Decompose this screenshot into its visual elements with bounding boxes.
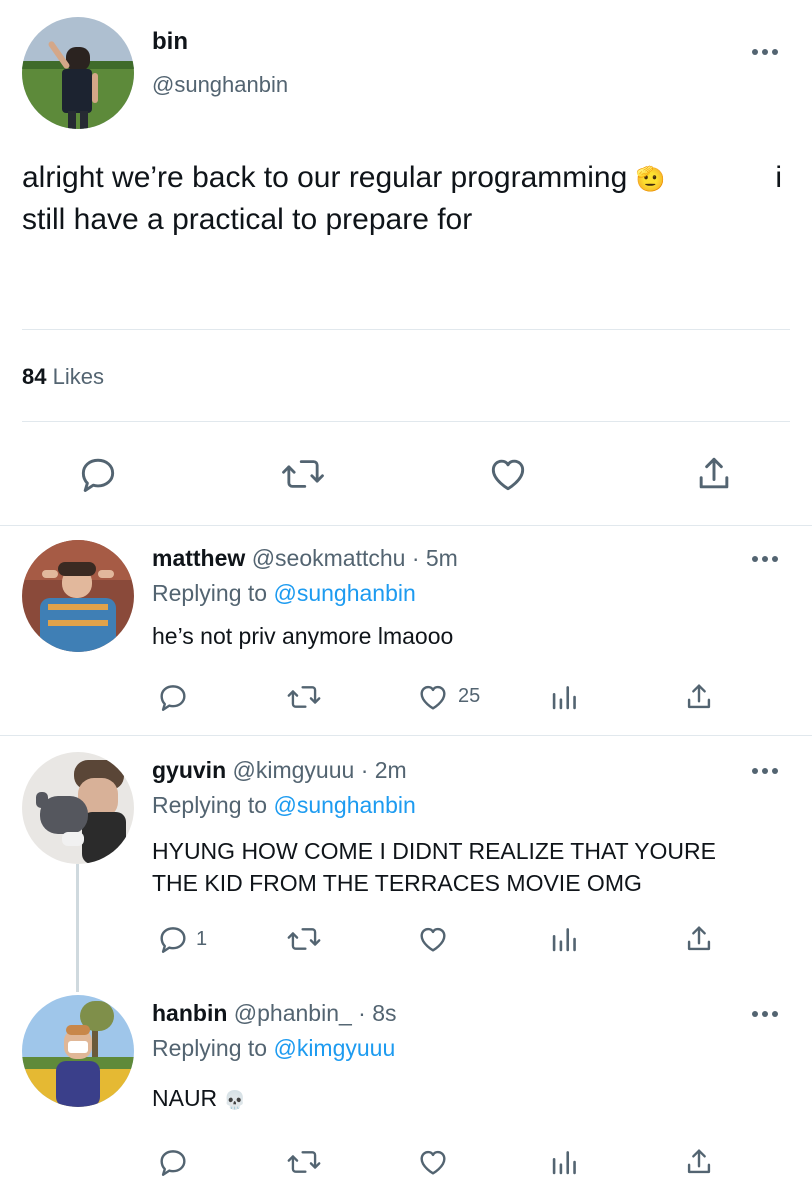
heart-icon[interactable] (486, 452, 530, 496)
replying-to-link[interactable]: @sunghanbin (273, 580, 415, 606)
replying-label: Replying to (152, 792, 268, 818)
tweet-text-line-2: still have a practical to prepare for (22, 203, 473, 236)
tweet-text-line-1-end: i (775, 161, 782, 194)
avatar[interactable] (22, 752, 134, 864)
reply-icon[interactable] (156, 1145, 190, 1179)
tweet-text-line-1: alright we’re back to our regular progra… (22, 161, 628, 194)
display-name[interactable]: gyuvin (152, 757, 226, 783)
reply-count: 1 (196, 928, 208, 950)
reply-icon[interactable] (156, 680, 190, 714)
heart-icon[interactable] (416, 680, 450, 714)
replying-to-link[interactable]: @kimgyuuu (273, 1035, 395, 1061)
reply-header: gyuvin @kimgyuuu · 2m (152, 757, 407, 784)
replying-to: Replying to @sunghanbin (152, 792, 416, 819)
share-icon[interactable] (682, 922, 716, 956)
reply-icon[interactable] (76, 452, 120, 496)
avatar[interactable] (22, 540, 134, 652)
replying-to-link[interactable]: @sunghanbin (273, 792, 415, 818)
skull-emoji: 💀 (223, 1090, 246, 1110)
replying-label: Replying to (152, 1035, 268, 1061)
avatar[interactable] (22, 995, 134, 1107)
analytics-icon[interactable] (550, 922, 580, 956)
likes-count: 84 (22, 364, 47, 389)
reply-header: matthew @seokmattchu · 5m (152, 545, 458, 572)
divider (22, 421, 790, 422)
more-icon[interactable] (752, 49, 778, 55)
likes-stat[interactable]: 84 Likes (22, 364, 104, 390)
analytics-icon[interactable] (550, 680, 580, 714)
handle-time[interactable]: @seokmattchu · 5m (252, 545, 458, 571)
reply-header: hanbin @phanbin_ · 8s (152, 1000, 397, 1027)
retweet-icon[interactable] (280, 452, 326, 496)
reply-text-content: NAUR (152, 1085, 218, 1111)
analytics-icon[interactable] (550, 1145, 580, 1179)
heart-icon[interactable] (416, 922, 450, 956)
thread-line (76, 864, 79, 992)
share-icon[interactable] (682, 680, 716, 714)
divider (0, 525, 812, 526)
handle-time[interactable]: @phanbin_ · 8s (234, 1000, 397, 1026)
retweet-icon[interactable] (286, 680, 322, 714)
display-name[interactable]: hanbin (152, 1000, 227, 1026)
more-icon[interactable] (752, 556, 778, 562)
display-name[interactable]: matthew (152, 545, 245, 571)
replying-to: Replying to @kimgyuuu (152, 1035, 395, 1062)
like-count: 25 (458, 685, 481, 707)
share-icon[interactable] (682, 1145, 716, 1179)
display-name[interactable]: bin (152, 28, 188, 56)
heart-icon[interactable] (416, 1145, 450, 1179)
reply-text-line-2: THE KID FROM THE TERRACES MOVIE OMG (152, 870, 642, 896)
more-icon[interactable] (752, 1011, 778, 1017)
replying-to: Replying to @sunghanbin (152, 580, 416, 607)
replying-label: Replying to (152, 580, 268, 606)
salute-emoji: 🫡 (635, 166, 666, 193)
divider (0, 735, 812, 736)
handle-time[interactable]: @kimgyuuu · 2m (233, 757, 407, 783)
reply-text: NAUR 💀 (152, 1085, 246, 1112)
share-icon[interactable] (692, 452, 736, 496)
handle[interactable]: @sunghanbin (152, 72, 288, 98)
more-icon[interactable] (752, 768, 778, 774)
reply-text: he’s not priv anymore lmaooo (152, 623, 454, 649)
likes-label: Likes (52, 364, 104, 389)
avatar[interactable] (22, 17, 134, 129)
retweet-icon[interactable] (286, 1145, 322, 1179)
reply-text-line-1: HYUNG HOW COME I DIDNT REALIZE THAT YOUR… (152, 838, 716, 864)
retweet-icon[interactable] (286, 922, 322, 956)
tweet-text: alright we’re back to our regular progra… (22, 158, 792, 240)
divider (22, 329, 790, 330)
reply-text: HYUNG HOW COME I DIDNT REALIZE THAT YOUR… (152, 835, 716, 899)
reply-icon[interactable] (156, 922, 190, 956)
